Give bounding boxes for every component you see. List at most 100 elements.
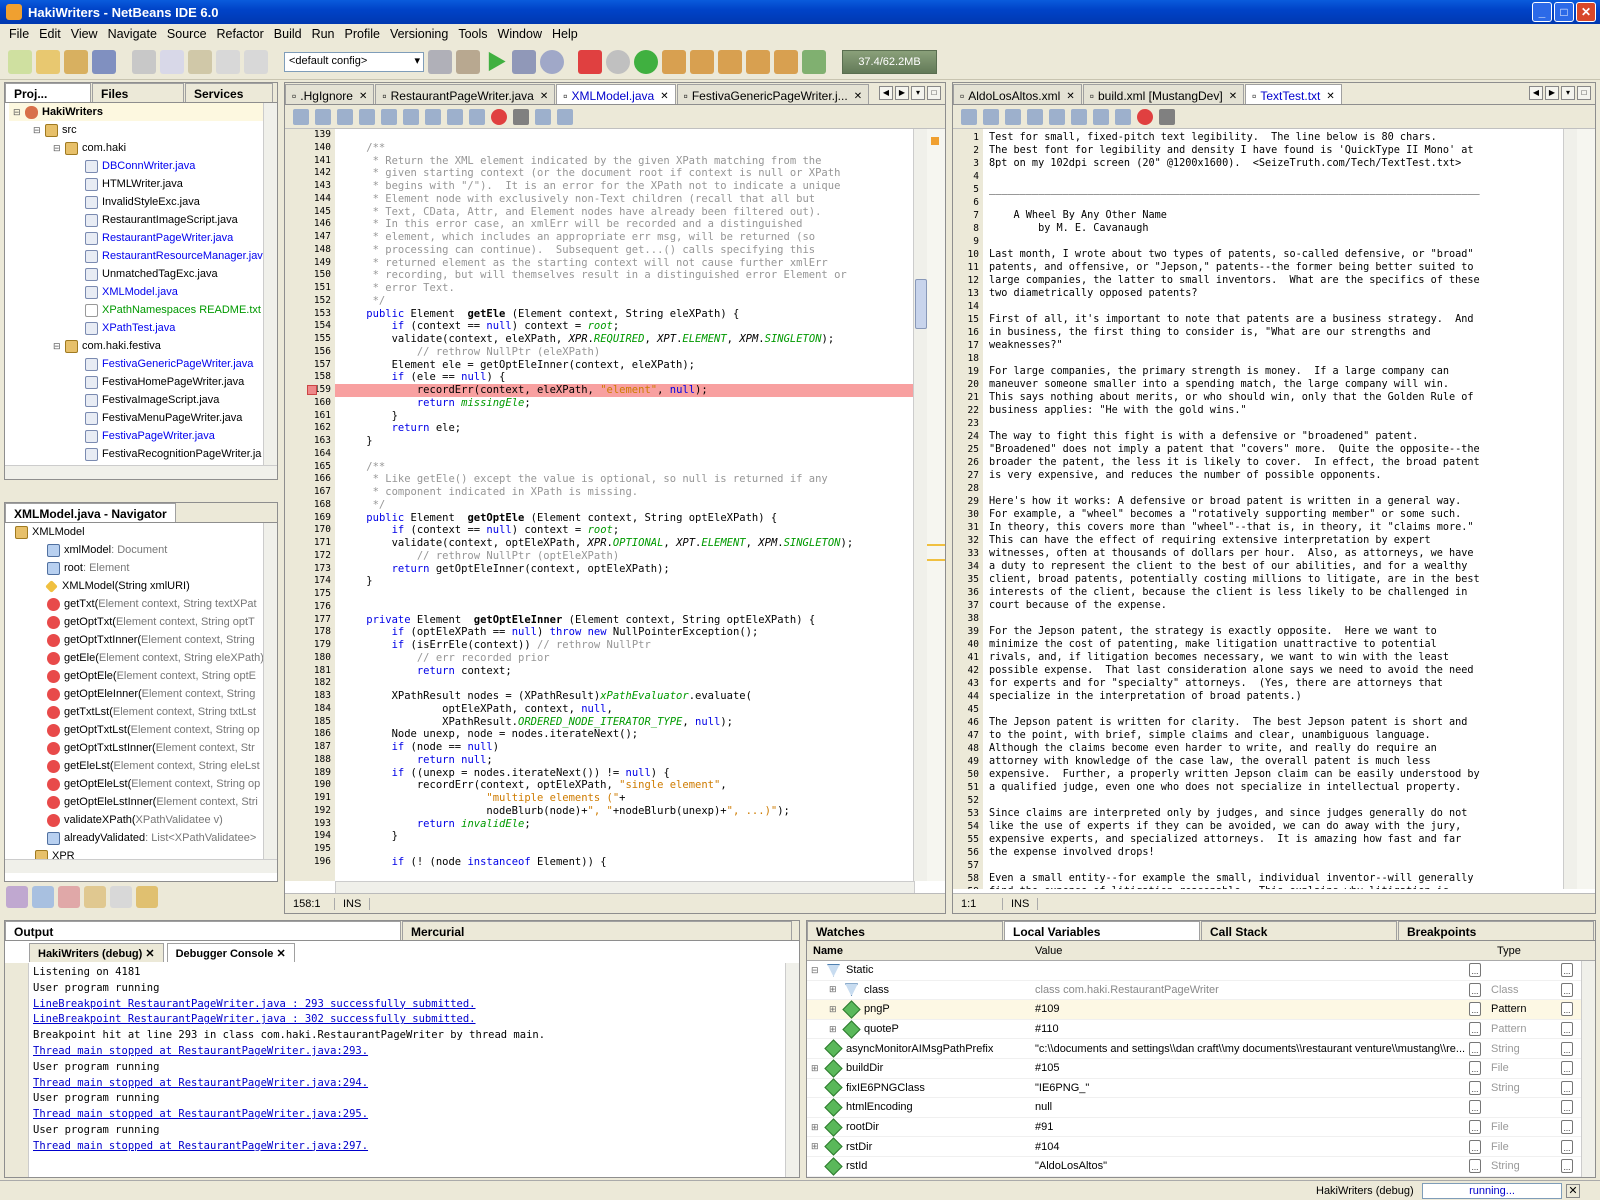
show-fields-icon[interactable] (32, 886, 54, 908)
menu-help[interactable]: Help (547, 27, 583, 41)
editor2-tab[interactable]: ▫ AldoLosAltos.xml ✕ (953, 84, 1082, 104)
tree-node[interactable]: RestaurantPageWriter.java (9, 229, 263, 247)
memory-indicator[interactable]: 37.4/62.2MB (842, 49, 937, 74)
expand-icon[interactable]: ⊟ (811, 965, 823, 976)
navigator-item[interactable]: getOptEleInner(Element context, String (11, 685, 263, 703)
edit-value-button[interactable]: ... (1469, 982, 1481, 997)
new-file-icon[interactable] (8, 49, 32, 74)
copy-icon[interactable] (160, 49, 184, 74)
navigator-item[interactable]: getEleLst(Element context, String eleLst (11, 757, 263, 775)
pause-icon[interactable] (606, 49, 630, 74)
variables-scrollbar[interactable] (1581, 961, 1595, 1177)
apply-code-changes-icon[interactable] (802, 49, 826, 74)
tab-call-stack[interactable]: Call Stack (1201, 921, 1397, 940)
back-icon[interactable] (293, 108, 309, 125)
expand-icon[interactable]: ⊟ (13, 103, 25, 121)
menu-window[interactable]: Window (493, 27, 547, 41)
navigator-item[interactable]: xmlModel : Document (11, 541, 263, 559)
expand-icon[interactable]: ⊞ (811, 1141, 823, 1152)
editor2-tab-close-icon[interactable]: ✕ (1326, 91, 1334, 102)
tab-local-variables[interactable]: Local Variables (1004, 921, 1200, 940)
tab-services[interactable]: Services (185, 83, 273, 102)
expand-icon[interactable]: ⊞ (829, 984, 841, 995)
navigator-item[interactable]: getOptTxtLstInner(Element context, Str (11, 739, 263, 757)
edit-type-button[interactable]: ... (1561, 1002, 1573, 1017)
variable-row[interactable]: ⊞ class class com.haki.RestaurantPageWrite… (807, 981, 1581, 1001)
edit-type-button[interactable]: ... (1561, 1139, 1573, 1154)
navigator-item[interactable]: getEle(Element context, String eleXPath) (11, 649, 263, 667)
scroll-left-icon[interactable]: ◀ (879, 86, 893, 100)
tab-list-icon[interactable]: ▾ (911, 86, 925, 100)
shift-left-icon[interactable] (1093, 108, 1109, 125)
tab-output[interactable]: Output (5, 921, 401, 940)
tree-node[interactable]: XPathTest.java (9, 319, 263, 337)
tab-debugger-console[interactable]: Debugger Console ✕ (166, 943, 295, 962)
expand-icon[interactable]: ⊞ (811, 1122, 823, 1133)
sort-by-name-icon[interactable] (110, 886, 132, 908)
expand-icon[interactable]: ⊞ (811, 1063, 823, 1074)
scroll-right-icon[interactable]: ▶ (895, 86, 909, 100)
menu-run[interactable]: Run (307, 27, 340, 41)
variable-row[interactable]: ⊟ Static...... (807, 961, 1581, 981)
tree-node[interactable]: XMLModel.java (9, 283, 263, 301)
variable-row[interactable]: ⊞ quoteP #110... Pattern... (807, 1019, 1581, 1040)
tab-mercurial[interactable]: Mercurial (402, 921, 792, 940)
tab-hakiwriters-debug[interactable]: HakiWriters (debug) ✕ (29, 943, 164, 962)
navigator-item[interactable]: getOptEle(Element context, String optE (11, 667, 263, 685)
variable-row[interactable]: ⊞ pngP #109... Pattern... (807, 1000, 1581, 1020)
edit-value-button[interactable]: ... (1469, 1041, 1481, 1056)
tree-node[interactable]: ⊟ com.haki (9, 139, 263, 157)
tree-node[interactable]: ⊟ com.haki.festiva (9, 337, 263, 355)
save-all-icon[interactable] (92, 49, 116, 74)
navigator-item[interactable]: alreadyValidated : List<XPathValidatee> (11, 829, 263, 847)
uncomment-icon[interactable] (557, 108, 573, 125)
editor2-tab[interactable]: ▫ build.xml [MustangDev] ✕ (1082, 84, 1245, 104)
navigator-hscrollbar[interactable] (5, 859, 277, 873)
editor1-tab[interactable]: ▫ RestaurantPageWriter.java ✕ (375, 84, 556, 104)
undo-icon[interactable] (216, 49, 240, 74)
step-into-icon[interactable] (718, 49, 742, 74)
editor2-tab[interactable]: ▫ TextTest.txt ✕ (1245, 84, 1342, 104)
macro-record-icon[interactable] (1137, 108, 1153, 125)
shift-right-icon[interactable] (1115, 108, 1131, 125)
expand-icon[interactable]: ⊟ (33, 121, 45, 139)
paste-icon[interactable] (188, 49, 212, 74)
variable-row[interactable]: asyncMonitorAIMsgPathPrefix "c:\\document… (807, 1039, 1581, 1059)
output-scrollbar[interactable] (785, 963, 799, 1177)
console-link[interactable]: Thread main stopped at RestaurantPageWri… (33, 1044, 773, 1060)
tree-node[interactable]: InvalidStyleExc.java (9, 193, 263, 211)
editor1-tab[interactable]: ▫ FestivaGenericPageWriter.j... ✕ (676, 84, 870, 104)
console-link[interactable]: LineBreakpoint RestaurantPageWriter.java… (33, 1012, 773, 1028)
shift-left-icon[interactable] (425, 108, 441, 125)
tab-list-icon[interactable]: ▾ (1561, 86, 1575, 100)
clean-build-icon[interactable] (456, 49, 480, 74)
navigator-item[interactable]: XMLModel (11, 523, 263, 541)
new-project-icon[interactable] (36, 49, 60, 74)
step-over-icon[interactable] (662, 49, 686, 74)
close-button[interactable]: ✕ (1576, 2, 1596, 22)
navigator-title[interactable]: XMLModel.java - Navigator (5, 503, 176, 522)
edit-type-button[interactable]: ... (1561, 1061, 1573, 1076)
edit-type-button[interactable]: ... (1561, 982, 1573, 997)
console-output[interactable]: Listening on 4181 User program running Lin… (33, 965, 773, 1173)
projects-hscrollbar[interactable] (5, 465, 277, 479)
menu-versioning[interactable]: Versioning (385, 27, 453, 41)
maximize-icon[interactable]: □ (1577, 86, 1591, 100)
editor2-tab-close-icon[interactable]: ✕ (1229, 91, 1237, 102)
edit-value-button[interactable]: ... (1469, 1002, 1481, 1017)
menu-source[interactable]: Source (162, 27, 212, 41)
show-static-icon[interactable] (58, 886, 80, 908)
bookmark-icon[interactable] (469, 108, 485, 125)
edit-type-button[interactable]: ... (1561, 1120, 1573, 1135)
shift-right-icon[interactable] (447, 108, 463, 125)
tree-node[interactable]: FestivaGenericPageWriter.java (9, 355, 263, 373)
editor1-scrollbar[interactable] (913, 129, 927, 881)
editor1-tab-close-icon[interactable]: ✕ (359, 91, 367, 102)
show-non-public-icon[interactable] (84, 886, 106, 908)
stop-icon[interactable] (578, 49, 602, 74)
tree-node[interactable]: FestivaHomePageWriter.java (9, 373, 263, 391)
editor2-text-area[interactable]: 1 2 3 4 5 6 7 8 9 10 11 12 13 14 15 16 1… (953, 129, 1565, 889)
tab-watches[interactable]: Watches (807, 921, 1003, 940)
minimize-button[interactable]: _ (1532, 2, 1552, 22)
edit-type-button[interactable]: ... (1561, 1100, 1573, 1115)
